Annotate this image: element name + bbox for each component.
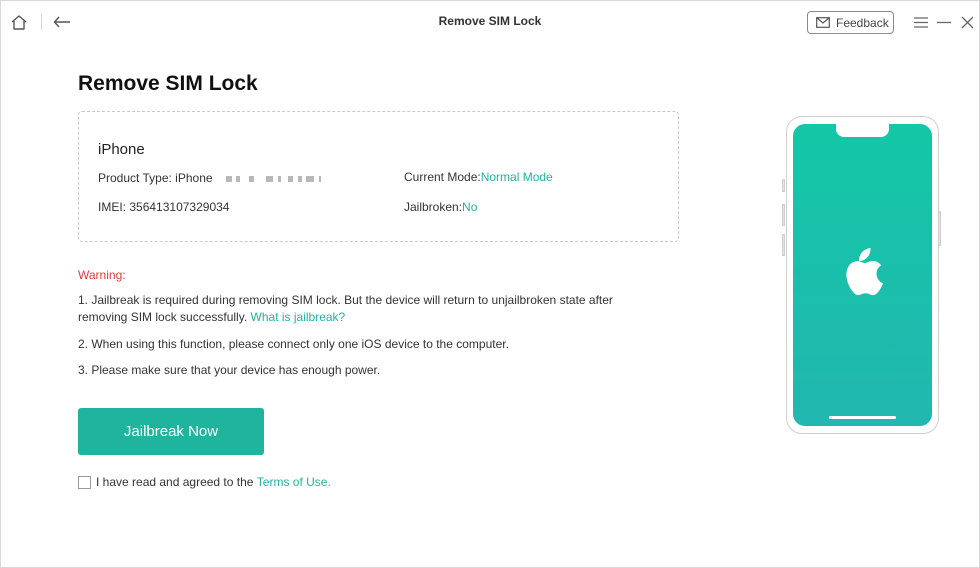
jailbreak-now-button[interactable]: Jailbreak Now	[78, 408, 264, 455]
current-mode-label: Current Mode:	[404, 170, 481, 184]
current-mode-row: Current Mode:Normal Mode	[404, 170, 553, 184]
product-type-label: Product Type:	[98, 171, 172, 185]
phone-screen	[793, 124, 932, 426]
menu-icon[interactable]	[910, 11, 932, 33]
product-type-value: iPhone	[175, 171, 213, 185]
phone-side-button	[782, 234, 785, 256]
close-icon[interactable]	[956, 11, 978, 33]
jailbroken-value: No	[462, 200, 478, 214]
imei-value: 356413107329034	[129, 200, 230, 214]
current-mode-value: Normal Mode	[480, 170, 553, 184]
jailbroken-label: Jailbroken:	[404, 200, 463, 214]
warning-note-2: 2. When using this function, please conn…	[78, 337, 509, 351]
phone-side-button	[782, 179, 785, 192]
terms-agreement: I have read and agreed to the Terms of U…	[78, 475, 331, 489]
warning-note-1-text: 1. Jailbreak is required during removing…	[78, 293, 613, 324]
redacted-model-text	[218, 174, 326, 184]
apple-logo-icon	[840, 246, 884, 303]
feedback-label: Feedback	[836, 15, 889, 30]
app-window: Remove SIM Lock Feedback Remove SIM Lock…	[0, 0, 980, 568]
warning-title: Warning:	[78, 268, 126, 282]
terms-of-use-link[interactable]: Terms of Use.	[257, 475, 331, 489]
device-info-card: iPhone Product Type: iPhone IMEI: 356413…	[78, 111, 679, 242]
warning-note-3: 3. Please make sure that your device has…	[78, 363, 381, 377]
phone-home-indicator	[829, 416, 896, 419]
imei-label: IMEI:	[98, 200, 127, 214]
feedback-button[interactable]: Feedback	[807, 11, 894, 34]
phone-side-button	[782, 204, 785, 226]
device-name: iPhone	[98, 141, 145, 158]
phone-notch	[836, 124, 889, 137]
title-bar: Remove SIM Lock Feedback	[1, 1, 979, 43]
page-title: Remove SIM Lock	[78, 72, 258, 95]
product-type-row: Product Type: iPhone	[98, 171, 326, 185]
warning-note-1: 1. Jailbreak is required during removing…	[78, 292, 618, 326]
jailbroken-row: Jailbroken:No	[404, 200, 477, 214]
imei-row: IMEI: 356413107329034	[98, 200, 229, 214]
mail-icon	[816, 17, 830, 28]
terms-text: I have read and agreed to the	[96, 475, 254, 489]
minimize-icon[interactable]	[933, 11, 955, 33]
what-is-jailbreak-link[interactable]: What is jailbreak?	[251, 310, 346, 324]
phone-illustration	[786, 116, 939, 434]
terms-checkbox[interactable]	[78, 475, 91, 489]
